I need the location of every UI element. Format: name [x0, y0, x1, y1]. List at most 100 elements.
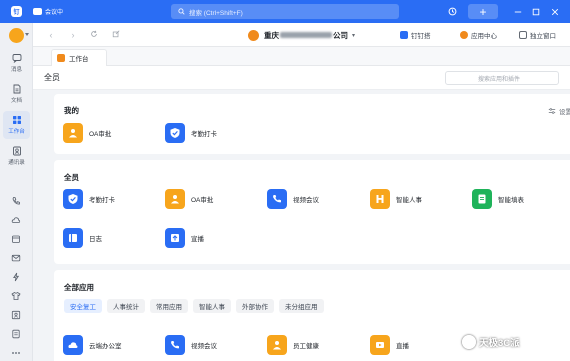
organization-name-suffix: 公司: [333, 30, 348, 40]
search-placeholder: 搜索 (Ctrl+Shift+F): [189, 9, 243, 17]
app-tile-label: 考勤打卡: [191, 131, 217, 138]
sidebar-item-documents[interactable]: 文档: [3, 80, 30, 108]
app-tile-smart-form[interactable]: 智能填表: [472, 189, 524, 209]
tab-workbench[interactable]: 工作台: [51, 49, 107, 66]
notes-icon[interactable]: [11, 329, 21, 339]
app-tile-label: 宣播: [191, 236, 204, 243]
video-meeting-icon: [267, 189, 287, 209]
dingda-label: 钉钉搭: [411, 33, 431, 40]
app-tile-label: 视频会议: [191, 343, 217, 350]
app-tile-label: 员工健康: [293, 343, 319, 350]
app-tile-log[interactable]: 日志: [63, 228, 102, 248]
flash-icon[interactable]: [11, 272, 21, 282]
app-tile-cloud-office[interactable]: 云端办公室: [63, 335, 122, 355]
back-icon[interactable]: ‹: [46, 30, 56, 40]
contact-card-icon[interactable]: [11, 310, 21, 320]
category-chip-hr-stats[interactable]: 人事统计: [107, 299, 145, 313]
meeting-icon: [33, 8, 42, 15]
category-chip-external[interactable]: 外部协作: [236, 299, 274, 313]
app-tile-smart-hr[interactable]: 智能人事: [370, 189, 422, 209]
app-tile-video-meeting[interactable]: 视频会议: [267, 189, 319, 209]
app-tile-broadcast[interactable]: 宣播: [165, 228, 204, 248]
dingda-link[interactable]: 钉钉搭: [400, 29, 431, 41]
app-tile-attendance[interactable]: 考勤打卡: [63, 189, 115, 209]
scope-label[interactable]: 全员: [44, 72, 60, 83]
calendar-icon[interactable]: [11, 234, 21, 244]
workbench-content: 我的 设置 OA审批 考勤打卡 全员 考勤打卡 OA审批 视频会议 智能人事 智…: [33, 90, 570, 361]
mail-icon[interactable]: [11, 253, 21, 263]
app-center-label: 应用中心: [471, 33, 497, 40]
category-chip-ungrouped[interactable]: 未分组应用: [279, 299, 324, 313]
settings-icon: [548, 108, 556, 114]
app-center-icon: [460, 31, 468, 39]
open-external-icon[interactable]: [111, 30, 121, 40]
app-tile-oa-approval[interactable]: OA审批: [63, 123, 111, 143]
history-icon[interactable]: [446, 4, 458, 19]
standalone-window-label: 独立窗口: [530, 33, 556, 40]
approval-icon: [165, 189, 185, 209]
app-tile-live[interactable]: 直播: [370, 335, 409, 355]
forward-icon[interactable]: ›: [68, 30, 78, 40]
close-icon[interactable]: [549, 4, 561, 19]
app-tile-employee-health[interactable]: 员工健康: [267, 335, 319, 355]
global-search[interactable]: 搜索 (Ctrl+Shift+F): [171, 4, 399, 19]
cloud-icon[interactable]: [11, 215, 21, 225]
category-chip-smart-hr[interactable]: 智能人事: [193, 299, 231, 313]
sidebar-item-label: 工作台: [8, 129, 25, 135]
standalone-window-link[interactable]: 独立窗口: [519, 29, 556, 41]
category-filter: 安全复工 人事统计 常用应用 智能人事 外部协作 未分组应用: [64, 299, 324, 313]
app-tile-oa-approval[interactable]: OA审批: [165, 189, 213, 209]
title-bar: 钉 会议中 搜索 (Ctrl+Shift+F) +: [0, 0, 570, 23]
organization-name-redacted: [280, 32, 332, 38]
refresh-icon[interactable]: [89, 30, 99, 40]
category-chip-common[interactable]: 常用应用: [150, 299, 188, 313]
hr-icon: [370, 189, 390, 209]
app-tile-label: 云端办公室: [89, 343, 122, 350]
app-tile-label: 日志: [89, 236, 102, 243]
approval-icon: [63, 123, 83, 143]
watermark-text: 天极3C派: [479, 338, 520, 349]
app-tile-label: OA审批: [89, 131, 112, 138]
more-icon[interactable]: [11, 348, 21, 358]
phone-icon[interactable]: [11, 196, 21, 206]
section-title: 全部应用: [64, 283, 94, 292]
tab-strip: 工作台: [33, 47, 570, 66]
sidebar-item-messages[interactable]: 消息: [3, 49, 30, 77]
my-apps-card: 我的 设置 OA审批 考勤打卡: [54, 94, 570, 154]
category-chip-safe-return[interactable]: 安全复工: [64, 299, 102, 313]
app-tile-label: 智能人事: [396, 197, 422, 204]
tshirt-icon[interactable]: [11, 291, 21, 301]
sidebar-item-label: 文档: [10, 98, 22, 104]
app-search-input[interactable]: 搜索应用和插件: [445, 71, 559, 85]
sidebar-item-contacts[interactable]: 通讯录: [3, 142, 30, 170]
watermark: 天极3C派: [462, 331, 520, 353]
app-tile-label: 考勤打卡: [89, 197, 115, 204]
meeting-status[interactable]: 会议中: [33, 6, 63, 17]
cloud-office-icon: [63, 335, 83, 355]
document-icon: [13, 84, 20, 94]
app-tile-attendance[interactable]: 考勤打卡: [165, 123, 217, 143]
maximize-icon[interactable]: [530, 4, 542, 19]
app-tile-video-meeting[interactable]: 视频会议: [165, 335, 217, 355]
tab-workbench-label: 工作台: [69, 56, 89, 63]
sidebar-item-workbench[interactable]: 工作台: [3, 111, 30, 139]
chevron-down-icon: [25, 33, 29, 36]
settings-link[interactable]: 设置: [548, 106, 570, 116]
video-meeting-icon: [165, 335, 185, 355]
avatar[interactable]: [9, 28, 24, 43]
sidebar-item-label: 消息: [10, 67, 22, 73]
meeting-status-label: 会议中: [45, 10, 64, 16]
live-icon: [370, 335, 390, 355]
add-button[interactable]: +: [468, 4, 498, 19]
chevron-down-icon: ▾: [352, 32, 356, 39]
health-icon: [267, 335, 287, 355]
app-center-link[interactable]: 应用中心: [460, 29, 497, 41]
everyone-apps-card: 全员 考勤打卡 OA审批 视频会议 智能人事 智能填表 日志 宣播: [54, 160, 570, 264]
organization-logo: [248, 29, 259, 41]
app-tile-label: 直播: [396, 343, 409, 350]
app-tile-label: OA审批: [191, 197, 214, 204]
minimize-icon[interactable]: [512, 4, 524, 19]
settings-label: 设置: [559, 109, 570, 116]
organization-switcher[interactable]: 重庆 公司 ▾: [248, 28, 355, 42]
log-icon: [63, 228, 83, 248]
